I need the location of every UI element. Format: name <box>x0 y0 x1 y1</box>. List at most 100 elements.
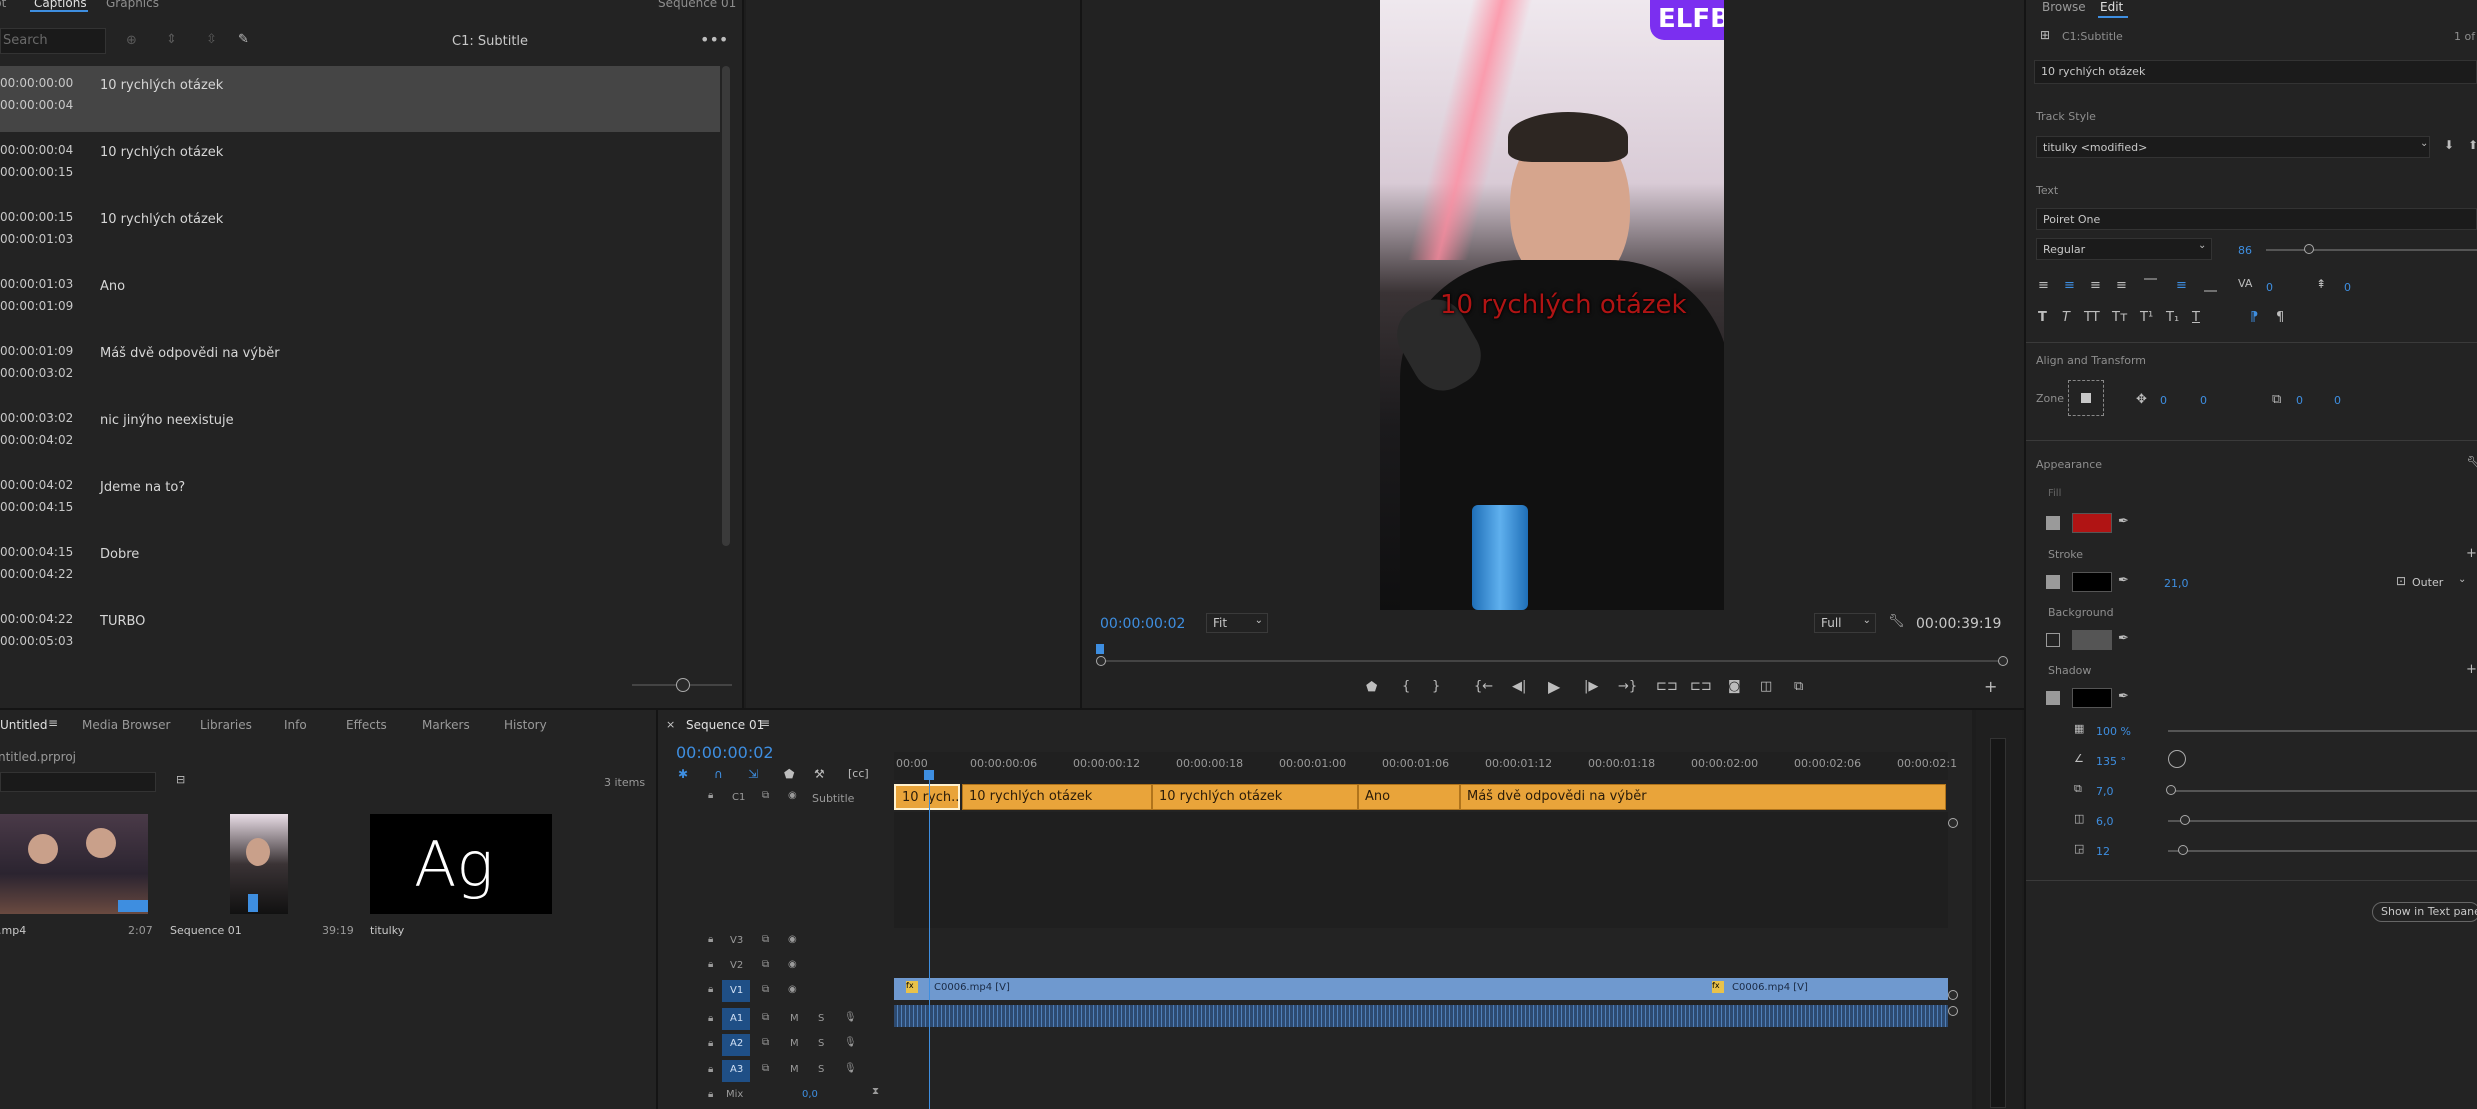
track-v3-label[interactable]: V3 <box>730 935 743 946</box>
caption-text[interactable]: 10 rychlých otázek <box>100 212 223 227</box>
shadow-distance-slider[interactable] <box>2168 790 2477 792</box>
video-clip[interactable]: fx C0006.mp4 [V] <box>1702 978 1948 1000</box>
shadow-blur-value[interactable]: 12 <box>2096 845 2110 858</box>
playhead-marker[interactable] <box>1096 644 1104 654</box>
fill-checkbox[interactable] <box>2046 516 2060 530</box>
tab-project[interactable]: pt <box>0 0 6 10</box>
background-checkbox[interactable] <box>2046 633 2060 647</box>
caption-end[interactable]: 00:00:05:03 <box>0 634 73 648</box>
position-icon[interactable]: ✥ <box>2136 392 2147 407</box>
video-clip[interactable]: fx C0006.mp4 [V] <box>894 978 1702 1000</box>
mark-in-icon[interactable]: { <box>1402 679 1410 694</box>
thumb-clip[interactable] <box>0 814 148 914</box>
track-end-knob[interactable] <box>1948 990 1958 1000</box>
go-to-in-icon[interactable]: {← <box>1474 679 1493 694</box>
add-button-icon[interactable]: + <box>1984 677 1997 696</box>
caption-row[interactable]: 00:00:01:09 00:00:03:02 Máš dvě odpovědi… <box>0 334 720 400</box>
scrubber-start-knob[interactable] <box>1096 656 1106 666</box>
stroke-width-value[interactable]: 21,0 <box>2164 577 2189 590</box>
timeline-playhead-head[interactable] <box>924 770 934 780</box>
go-to-end-icon[interactable]: ⧗ <box>872 1086 879 1097</box>
shadow-angle-value[interactable]: 135 ° <box>2096 755 2126 768</box>
quality-dropdown[interactable]: Full ⌄ <box>1814 613 1876 633</box>
solo-button[interactable]: S <box>818 1064 824 1075</box>
caption-text[interactable]: Jdeme na to? <box>100 480 185 495</box>
stroke-type-dropdown[interactable]: Outer <box>2412 576 2443 589</box>
program-scrubber[interactable] <box>1100 660 2004 662</box>
track-a3-label[interactable]: A3 <box>730 1064 743 1075</box>
tab-history[interactable]: History <box>504 718 547 732</box>
pencil-icon[interactable]: ✎ <box>238 32 249 47</box>
wrench-icon[interactable]: ⚒ <box>814 767 825 781</box>
track-end-knob[interactable] <box>1948 1006 1958 1016</box>
tab-browse[interactable]: Browse <box>2042 0 2086 14</box>
align-left-icon[interactable]: ≡ <box>2038 278 2049 293</box>
step-back-icon[interactable]: ◀| <box>1512 679 1526 694</box>
font-size-slider[interactable] <box>2266 249 2477 251</box>
mute-button[interactable]: M <box>790 1064 799 1075</box>
add-shadow-icon[interactable]: + <box>2466 662 2477 677</box>
shadow-checkbox[interactable] <box>2046 691 2060 705</box>
appearance-settings-icon[interactable]: 🔧︎ <box>2466 456 2477 471</box>
ltr-direction-icon[interactable]: ⁋ <box>2250 310 2258 325</box>
voiceover-mic-icon[interactable]: 🎙︎ <box>844 1012 857 1023</box>
caption-clip[interactable]: 10 rych... <box>894 784 960 810</box>
track-a1-label[interactable]: A1 <box>730 1013 743 1024</box>
font-style-dropdown[interactable]: Regular <box>2036 238 2212 260</box>
all-caps-icon[interactable]: TT <box>2084 310 2100 325</box>
lock-icon[interactable]: 🔒︎ <box>708 934 713 945</box>
search-input[interactable]: Search <box>0 28 106 54</box>
caption-text[interactable]: 10 rychlých otázek <box>100 145 223 160</box>
linked-selection-icon[interactable]: ∩ <box>714 767 723 781</box>
caption-row[interactable]: 00:00:04:22 00:00:05:03 TURBO <box>0 602 720 668</box>
new-bin-icon[interactable]: ⊟ <box>176 773 185 786</box>
caption-end[interactable]: 00:00:04:22 <box>0 567 73 581</box>
timeline-tab[interactable]: Sequence 01 <box>686 718 764 732</box>
mark-out-icon[interactable]: } <box>1432 679 1440 694</box>
captions-toggle-icon[interactable]: [cc] <box>848 767 869 780</box>
anchor-icon[interactable]: ⧉ <box>2272 392 2281 407</box>
caption-end[interactable]: 00:00:03:02 <box>0 366 73 380</box>
leading-icon[interactable]: ⇞ <box>2316 277 2326 291</box>
align-middle-icon[interactable]: ≡ <box>2176 278 2187 293</box>
eye-icon[interactable]: ◉ <box>788 790 797 801</box>
caption-start[interactable]: 00:00:00:04 <box>0 143 73 157</box>
tab-libraries[interactable]: Libraries <box>200 718 252 732</box>
font-size-value[interactable]: 86 <box>2238 244 2252 257</box>
caption-text[interactable]: TURBO <box>100 614 145 629</box>
shadow-size-knob[interactable] <box>2180 815 2190 825</box>
scrubber-end-knob[interactable] <box>1998 656 2008 666</box>
align-bottom-icon[interactable]: ⎽ <box>2204 278 2217 293</box>
audio-clip[interactable] <box>894 1005 1702 1027</box>
sequence-tab[interactable]: Sequence 01 <box>658 0 736 10</box>
show-in-text-panel-button[interactable]: Show in Text panel <box>2372 902 2477 922</box>
shadow-color-swatch[interactable] <box>2072 688 2112 708</box>
tracking-icon[interactable]: VA <box>2238 277 2252 290</box>
align-right-icon[interactable]: ≡ <box>2090 278 2101 293</box>
sync-lock-icon[interactable]: ⧉ <box>762 984 769 995</box>
timeline-tab-menu-icon[interactable]: ≡ <box>760 716 770 730</box>
caption-end[interactable]: 00:00:04:02 <box>0 433 73 447</box>
solo-button[interactable]: S <box>818 1013 824 1024</box>
caption-start[interactable]: 00:00:01:09 <box>0 344 73 358</box>
eye-icon[interactable]: ◉ <box>788 984 797 995</box>
caption-clip[interactable]: Ano <box>1358 784 1460 810</box>
thumb-sequence[interactable] <box>230 814 288 914</box>
sync-lock-icon[interactable]: ⧉ <box>762 1037 769 1048</box>
caption-row[interactable]: 00:00:04:02 00:00:04:15 Jdeme na to? <box>0 468 720 534</box>
position-y[interactable]: 0 <box>2200 394 2207 407</box>
caption-start[interactable]: 00:00:04:22 <box>0 612 73 626</box>
sync-lock-icon[interactable]: ⧉ <box>762 1063 769 1074</box>
tab-media-browser[interactable]: Media Browser <box>82 718 170 732</box>
caption-end[interactable]: 00:00:00:15 <box>0 165 73 179</box>
fill-color-swatch[interactable] <box>2072 513 2112 533</box>
small-caps-icon[interactable]: Tт <box>2112 310 2128 325</box>
play-icon[interactable]: ▶ <box>1548 677 1560 696</box>
mute-button[interactable]: M <box>790 1013 799 1024</box>
shadow-distance-knob[interactable] <box>2166 785 2176 795</box>
lock-icon[interactable]: 🔒︎ <box>708 1089 713 1100</box>
fit-dropdown[interactable]: Fit ⌄ <box>1206 613 1268 633</box>
track-v2-label[interactable]: V2 <box>730 960 743 971</box>
more-icon[interactable]: ••• <box>700 30 728 49</box>
lock-icon[interactable]: 🔒︎ <box>708 959 713 970</box>
